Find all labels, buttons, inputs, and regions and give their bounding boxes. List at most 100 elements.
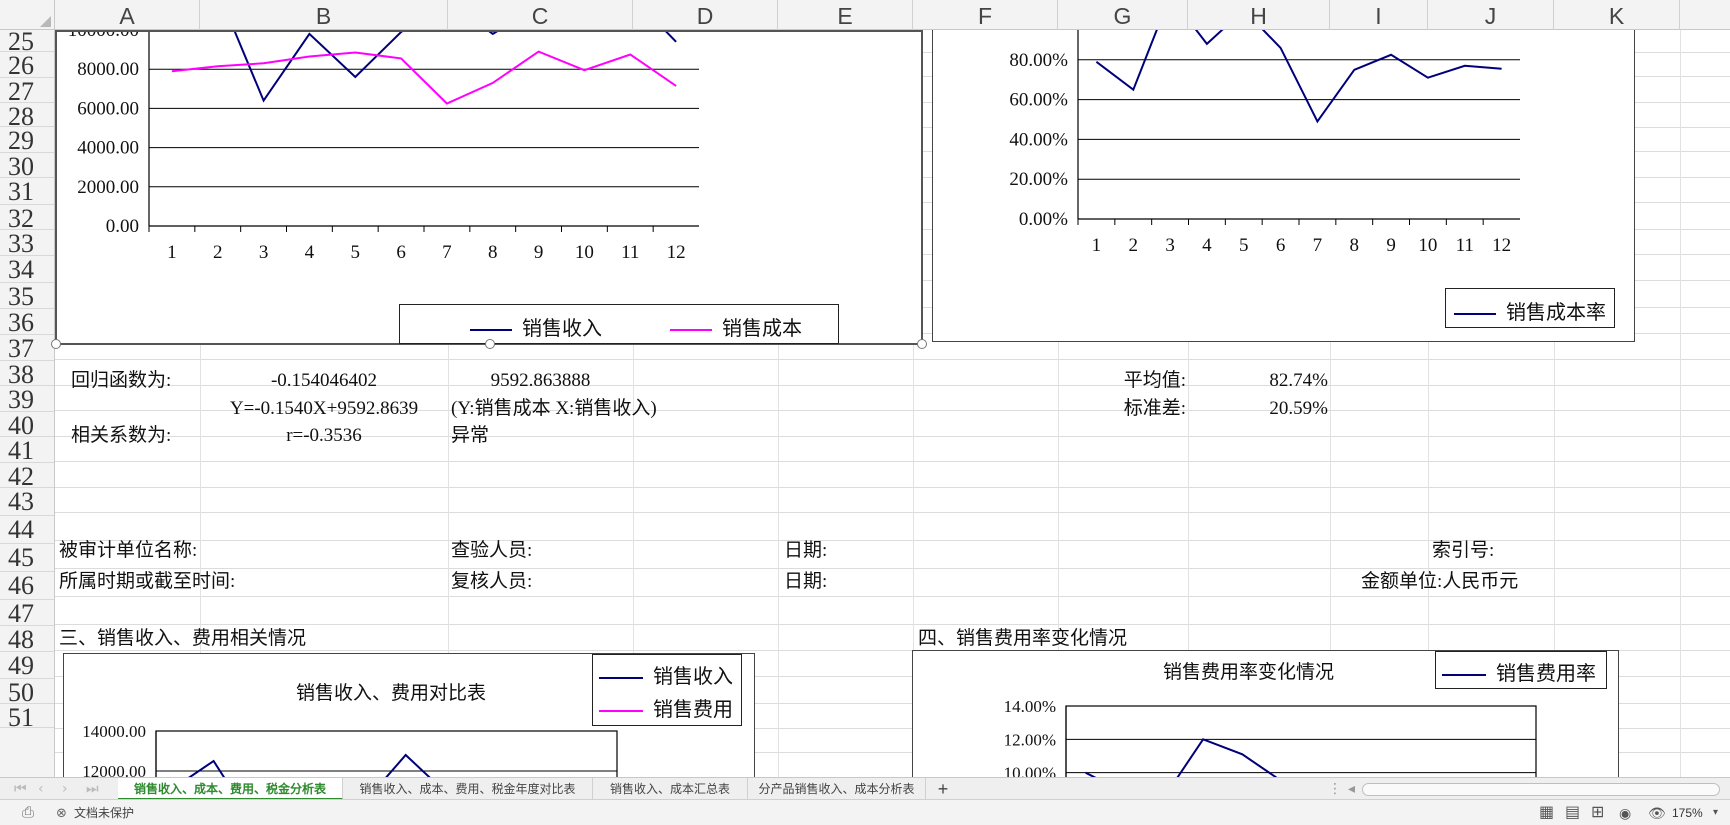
status-bar: ⎙ ⊗ 文档未保护 ▦ ▤ ⊞ ◉ 👁 175% ▾ bbox=[0, 799, 1730, 825]
row-header-26[interactable]: 26 bbox=[0, 52, 54, 80]
cell-a44[interactable]: 所属时期或截至时间: bbox=[59, 570, 235, 594]
row-header-50[interactable]: 50 bbox=[0, 679, 54, 707]
row-header-51[interactable]: 51 bbox=[0, 704, 54, 732]
column-header-k[interactable]: K bbox=[1554, 0, 1680, 30]
cell-g38[interactable]: 标准差: bbox=[1058, 397, 1186, 421]
row-header-38[interactable]: 38 bbox=[0, 361, 54, 389]
prev-sheet-icon[interactable]: ‹ bbox=[38, 778, 44, 800]
cell-h38[interactable]: 20.59% bbox=[1188, 397, 1328, 421]
column-header-c[interactable]: C bbox=[448, 0, 633, 30]
reading-mode-icon[interactable]: ◉ bbox=[1619, 800, 1631, 825]
row-header-35[interactable]: 35 bbox=[0, 283, 54, 311]
row-header-46[interactable]: 46 bbox=[0, 572, 54, 600]
row-header-47[interactable]: 47 bbox=[0, 600, 54, 628]
scroll-left-icon[interactable]: ◂ bbox=[1348, 778, 1355, 800]
cell-c43[interactable]: 查验人员: bbox=[451, 539, 532, 563]
cell-a46[interactable]: 三、销售收入、费用相关情况 bbox=[59, 627, 306, 651]
sheet-tab-0[interactable]: 销售收入、成本、费用、税金分析表 bbox=[118, 778, 343, 800]
x-tick-label: 9 bbox=[1386, 235, 1396, 256]
cell-b38[interactable]: Y=-0.1540X+9592.8639 bbox=[200, 397, 448, 421]
page-break-icon[interactable]: ⊞ bbox=[1591, 800, 1604, 825]
row-header-25[interactable]: 25 bbox=[0, 30, 54, 56]
row-header-36[interactable]: 36 bbox=[0, 309, 54, 337]
sales-revenue-expense-chart[interactable]: 12000.00 14000.00 销售收入、费用对比表 销售收入 销售费用 bbox=[63, 653, 755, 778]
column-header-d[interactable]: D bbox=[633, 0, 778, 30]
cost-rate-chart[interactable]: 0.00% 20.00% 40.00% 60.00% 80.00% 1 2 3 4 5 6 7 8 9 10… bbox=[932, 30, 1635, 342]
row-header-48[interactable]: 48 bbox=[0, 626, 54, 654]
chart-4-legend[interactable]: 销售费用率 bbox=[1435, 651, 1607, 689]
cell-e44[interactable]: 日期: bbox=[784, 570, 827, 594]
sheet-tab-2[interactable]: 销售收入、成本汇总表 bbox=[593, 778, 748, 800]
x-tick-label: 8 bbox=[1350, 235, 1360, 256]
chart-handle-br[interactable] bbox=[917, 339, 927, 349]
column-header-j[interactable]: J bbox=[1428, 0, 1554, 30]
column-header-a[interactable]: A bbox=[55, 0, 200, 30]
column-header-g[interactable]: G bbox=[1058, 0, 1188, 30]
x-tick-label: 2 bbox=[1129, 235, 1139, 256]
next-sheet-icon[interactable]: › bbox=[62, 778, 68, 800]
column-header-next[interactable] bbox=[1680, 0, 1730, 30]
cell-a43[interactable]: 被审计单位名称: bbox=[59, 539, 197, 563]
cell-c44[interactable]: 复核人员: bbox=[451, 570, 532, 594]
row-header-41[interactable]: 41 bbox=[0, 437, 54, 465]
column-header-i[interactable]: I bbox=[1330, 0, 1428, 30]
normal-view-icon[interactable]: ▦ bbox=[1539, 800, 1554, 825]
row-header-40[interactable]: 40 bbox=[0, 412, 54, 440]
add-sheet-button[interactable]: + bbox=[926, 778, 960, 800]
row-header-33[interactable]: 33 bbox=[0, 230, 54, 258]
column-header-h[interactable]: H bbox=[1188, 0, 1330, 30]
sheet-tab-1[interactable]: 销售收入、成本、费用、税金年度对比表 bbox=[343, 778, 593, 800]
sales-revenue-cost-chart[interactable]: 0.00 2000.00 4000.00 6000.00 8000.00 10000.00… bbox=[51, 30, 927, 349]
sheet-tab-3[interactable]: 分产品销售收入、成本分析表 bbox=[748, 778, 926, 800]
row-header-31[interactable]: 31 bbox=[0, 178, 54, 206]
row-header-44[interactable]: 44 bbox=[0, 516, 54, 544]
sales-expense-rate-chart[interactable]: 10.00% 12.00% 14.00% 销售费用率变化情况 销售费用率 bbox=[912, 650, 1619, 778]
row-header-37[interactable]: 37 bbox=[0, 335, 54, 363]
cell-i44[interactable]: 金额单位:人民币元 bbox=[1361, 570, 1518, 594]
cell-c39[interactable]: 异常 bbox=[451, 424, 489, 448]
cell-e43[interactable]: 日期: bbox=[784, 539, 827, 563]
last-sheet-icon[interactable]: ⏭ bbox=[86, 778, 99, 800]
cell-b39[interactable]: r=-0.3536 bbox=[200, 424, 448, 448]
row-header-29[interactable]: 29 bbox=[0, 127, 54, 155]
chart-handle-bl[interactable] bbox=[51, 339, 61, 349]
chart-2-legend[interactable]: 销售成本率 bbox=[1445, 288, 1615, 328]
row-header-45[interactable]: 45 bbox=[0, 544, 54, 572]
row-header-28[interactable]: 28 bbox=[0, 103, 54, 131]
row-header-42[interactable]: 42 bbox=[0, 463, 54, 491]
cell-a37[interactable]: 回归函数为: bbox=[71, 369, 171, 393]
zoom-level[interactable]: 175% bbox=[1672, 800, 1703, 825]
row-header-27[interactable]: 27 bbox=[0, 78, 54, 106]
column-header-e[interactable]: E bbox=[778, 0, 913, 30]
tab-split-handle[interactable]: ⋮ bbox=[1328, 778, 1342, 800]
eye-icon[interactable]: 👁 bbox=[1648, 800, 1666, 825]
chart-3-legend[interactable]: 销售收入 销售费用 bbox=[592, 654, 742, 726]
cell-b37[interactable]: -0.154046402 bbox=[200, 369, 448, 393]
cell-c37[interactable]: 9592.863888 bbox=[448, 369, 633, 393]
cell-j43[interactable]: 索引号: bbox=[1432, 539, 1494, 563]
first-sheet-icon[interactable]: ⏮ bbox=[14, 778, 27, 800]
cell-h37[interactable]: 82.74% bbox=[1188, 369, 1328, 393]
cell-c38[interactable]: (Y:销售成本 X:销售收入) bbox=[451, 397, 657, 421]
row-header-49[interactable]: 49 bbox=[0, 652, 54, 680]
horizontal-scrollbar[interactable] bbox=[1362, 783, 1720, 796]
row-header-32[interactable]: 32 bbox=[0, 205, 54, 233]
row-header-30[interactable]: 30 bbox=[0, 153, 54, 181]
protect-status-text[interactable]: 文档未保护 bbox=[74, 800, 134, 825]
chart-handle-bm[interactable] bbox=[485, 339, 495, 349]
cell-f46[interactable]: 四、销售费用率变化情况 bbox=[918, 627, 1127, 651]
column-header-b[interactable]: B bbox=[200, 0, 448, 30]
row-header-43[interactable]: 43 bbox=[0, 488, 54, 516]
page-layout-icon[interactable]: ▤ bbox=[1565, 800, 1580, 825]
cell-a39[interactable]: 相关系数为: bbox=[71, 424, 171, 448]
zoom-dropdown-icon[interactable]: ▾ bbox=[1713, 800, 1718, 825]
cell-g37[interactable]: 平均值: bbox=[1058, 369, 1186, 393]
select-all-corner[interactable] bbox=[0, 0, 55, 30]
column-header-f[interactable]: F bbox=[913, 0, 1058, 30]
legend-line-cost bbox=[670, 328, 712, 331]
document-status-icon[interactable]: ⎙ bbox=[22, 800, 34, 825]
chart-1-legend[interactable]: 销售收入 销售成本 bbox=[399, 304, 839, 344]
row-header-34[interactable]: 34 bbox=[0, 256, 54, 284]
x-tick-label: 9 bbox=[534, 242, 544, 263]
row-header-39[interactable]: 39 bbox=[0, 386, 54, 414]
